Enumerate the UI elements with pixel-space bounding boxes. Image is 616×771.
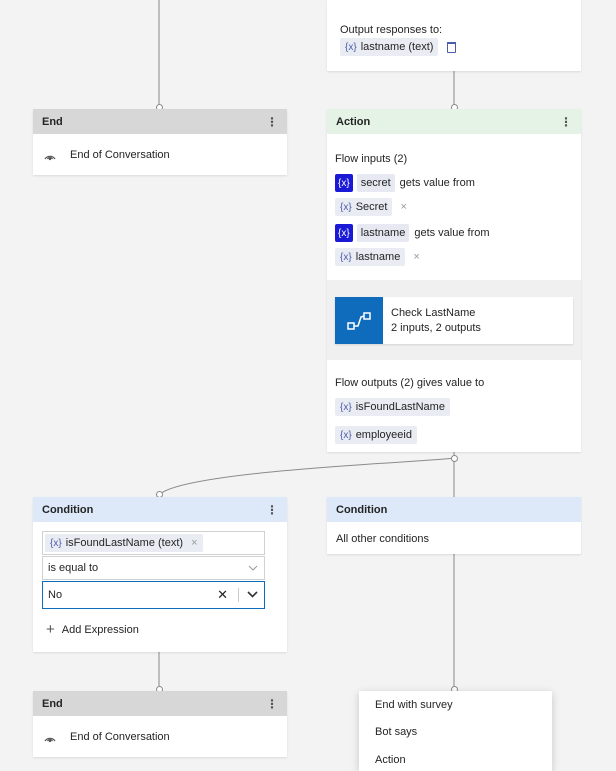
- add-expression-button[interactable]: + Add Expression: [46, 621, 139, 638]
- variable-chip-label: lastname (text): [360, 41, 434, 53]
- end-conversation-icon: [42, 729, 58, 745]
- variable-chip-label: isFoundLastName (text): [65, 537, 184, 549]
- add-node-menu: End with survey Bot says Action: [359, 691, 552, 771]
- operator-value: is equal to: [48, 562, 99, 574]
- condition-node[interactable]: Condition All other conditions: [327, 497, 581, 554]
- flow-name: Check LastName: [391, 306, 476, 319]
- add-expression-label: Add Expression: [61, 623, 139, 636]
- source-variable-label: Secret: [355, 201, 388, 213]
- operator-select[interactable]: is equal to: [42, 556, 265, 580]
- authoring-canvas: Output responses to: {x} lastname (text)…: [0, 0, 616, 771]
- menu-item-bot-says[interactable]: Bot says: [359, 719, 552, 747]
- end-node-title: End: [42, 697, 63, 710]
- source-variable-label: lastname: [355, 251, 401, 263]
- all-other-conditions-label: All other conditions: [336, 533, 429, 545]
- more-options-icon[interactable]: ⋮: [266, 115, 278, 129]
- action-node[interactable]: Action ⋮ Flow inputs (2) {x} secret gets…: [327, 109, 581, 452]
- more-options-icon[interactable]: ⋮: [266, 697, 278, 711]
- end-conversation-label: End of Conversation: [70, 148, 170, 161]
- end-node[interactable]: End ⋮ End of Conversation: [33, 109, 287, 175]
- output-variable-chip[interactable]: {x} isFoundLastName: [335, 398, 450, 416]
- flow-card[interactable]: Check LastName 2 inputs, 2 outputs: [335, 297, 573, 344]
- gets-value-label: gets value from: [414, 227, 490, 239]
- more-options-icon[interactable]: ⋮: [560, 115, 572, 129]
- chevron-down-icon: [248, 562, 258, 574]
- value-text: No: [48, 589, 63, 601]
- connector-handle[interactable]: [450, 455, 458, 462]
- end-node[interactable]: End ⋮ End of Conversation: [33, 691, 287, 757]
- end-node-header: End ⋮: [33, 691, 287, 716]
- action-node-title: Action: [336, 115, 371, 128]
- variable-icon: {x}: [340, 429, 352, 441]
- source-variable-chip[interactable]: {x} lastname: [335, 248, 406, 266]
- variable-chip[interactable]: {x} isFoundLastName (text) ×: [45, 534, 203, 552]
- message-output-card: Output responses to: {x} lastname (text): [327, 0, 581, 71]
- variable-icon: {x}: [340, 251, 352, 263]
- source-variable-chip[interactable]: {x} Secret: [335, 198, 393, 216]
- flow-icon: [335, 297, 383, 344]
- variable-icon: {x}: [335, 174, 353, 192]
- more-options-icon[interactable]: ⋮: [266, 503, 278, 517]
- delete-icon[interactable]: [447, 41, 457, 53]
- input-variable-chip[interactable]: secret: [356, 174, 395, 192]
- action-node-header: Action ⋮: [327, 109, 581, 134]
- condition-node[interactable]: Condition ⋮ {x} isFoundLastName (text) ×…: [33, 497, 287, 652]
- end-node-header: End ⋮: [33, 109, 287, 134]
- output-variable-chip[interactable]: {x} employeeid: [335, 426, 417, 444]
- flow-input-row: {x} secret gets value from: [335, 174, 475, 192]
- flow-inputs-label: Flow inputs (2): [335, 153, 408, 165]
- value-input[interactable]: No ✕: [42, 581, 265, 609]
- end-node-title: End: [42, 115, 63, 128]
- condition-node-title: Condition: [336, 503, 388, 516]
- flow-description: 2 inputs, 2 outputs: [391, 321, 481, 334]
- flow-input-source-row: {x} Secret ×: [335, 198, 407, 216]
- output-variable-label: employeeid: [355, 429, 412, 441]
- menu-item-action[interactable]: Action: [359, 746, 552, 771]
- gets-value-label: gets value from: [399, 177, 475, 189]
- end-conversation-label: End of Conversation: [70, 730, 170, 743]
- variable-chip[interactable]: {x} lastname (text): [340, 38, 439, 56]
- clear-icon[interactable]: ✕: [217, 587, 228, 603]
- flow-input-row: {x} lastname gets value from: [335, 224, 490, 242]
- variable-icon: {x}: [345, 41, 357, 53]
- condition-variable-field[interactable]: {x} isFoundLastName (text) ×: [42, 531, 265, 555]
- variable-icon: {x}: [335, 224, 353, 242]
- chevron-down-icon[interactable]: [247, 589, 258, 601]
- plus-icon: +: [46, 621, 55, 638]
- condition-node-header: Condition ⋮: [33, 497, 287, 522]
- end-conversation-row: End of Conversation: [33, 134, 287, 175]
- flow-input-source-row: {x} lastname ×: [335, 248, 420, 266]
- close-icon[interactable]: ×: [400, 201, 406, 213]
- close-icon[interactable]: ×: [413, 251, 419, 263]
- variable-icon: {x}: [340, 201, 352, 213]
- condition-node-header: Condition: [327, 497, 581, 522]
- flow-outputs-label: Flow outputs (2) gives value to: [335, 377, 485, 389]
- output-variable-label: isFoundLastName: [355, 401, 445, 413]
- condition-node-title: Condition: [42, 503, 94, 516]
- input-variable-chip[interactable]: lastname: [356, 224, 410, 242]
- menu-item-end-with-survey[interactable]: End with survey: [359, 691, 552, 719]
- output-responses-label: Output responses to:: [340, 24, 443, 36]
- end-conversation-icon: [42, 147, 58, 163]
- close-icon[interactable]: ×: [191, 537, 197, 549]
- end-conversation-row: End of Conversation: [33, 716, 287, 757]
- variable-icon: {x}: [340, 401, 352, 413]
- variable-icon: {x}: [50, 537, 62, 549]
